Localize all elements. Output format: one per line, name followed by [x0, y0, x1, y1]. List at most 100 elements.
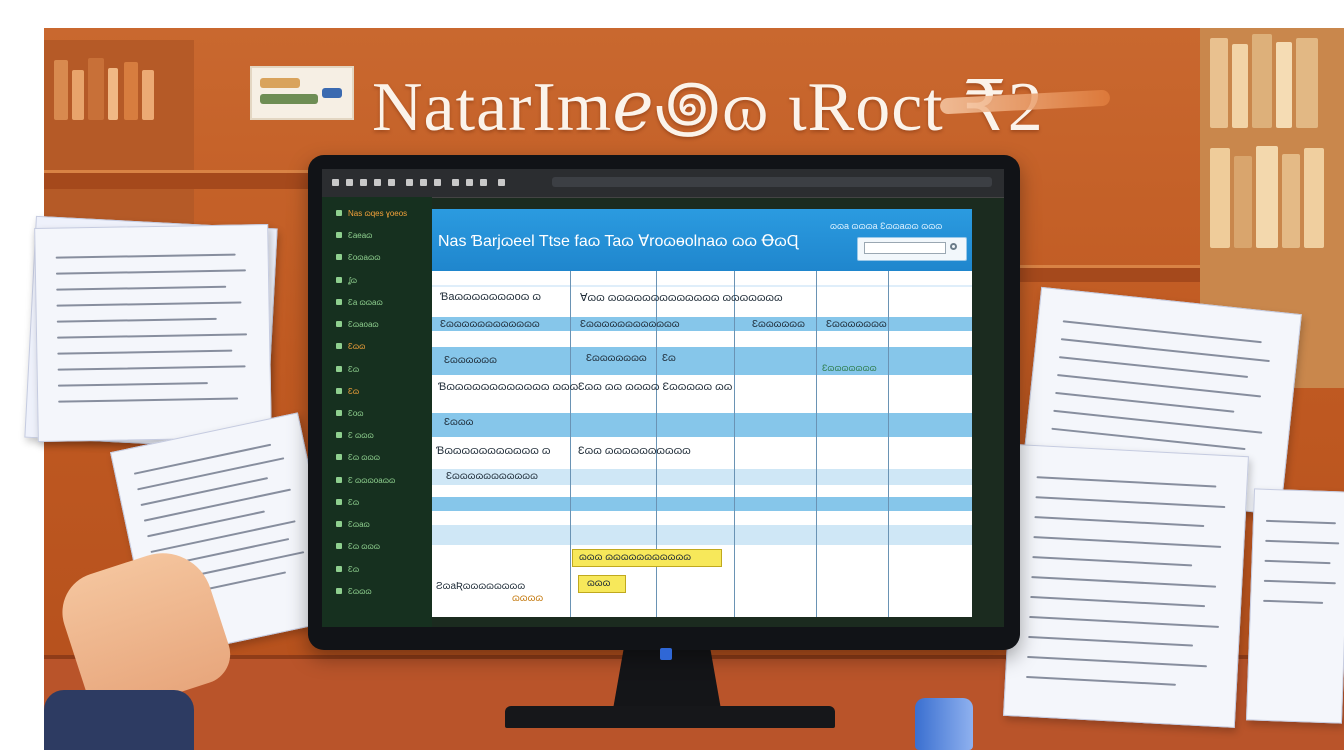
menu-icon[interactable]: [332, 179, 339, 186]
shelf-plank: [44, 170, 314, 189]
book: [124, 62, 138, 120]
sidebar-item[interactable]: Ɛaeaɷ: [348, 231, 428, 240]
sidebar-item-icon: [336, 365, 342, 372]
book: [1234, 156, 1252, 248]
sidebar-item-icon: [336, 276, 342, 283]
sidebar-item[interactable]: Ɛɷaɷ: [348, 520, 428, 529]
sidebar-item-icon: [336, 521, 342, 528]
table-cell[interactable]: Ɛɷɷ ɷɷ ɷɷɷɷ Ɛɷɷɷɷɷ ɷɷ: [578, 381, 732, 393]
sheet-search-box: [857, 237, 967, 261]
sidebar-item[interactable]: Ɛa ɷɷaɷ: [348, 298, 428, 307]
table-cell[interactable]: Ɛɷɷɷɷɷɷɷɷɷɷɷɷ: [440, 319, 540, 330]
computer-monitor: Nas ɷqes ɣoeos Ɛaeaɷ Ɛoɷaɷɷ ʆɷ Ɛa ɷɷaɷ Ɛɷaoaɷ…: [308, 155, 1020, 650]
table-cell[interactable]: Ɛɷɷɷɷɷɷɷɷɷɷɷ: [446, 471, 538, 482]
sidebar-item[interactable]: Nas ɷqes ɣoeos: [348, 209, 428, 218]
sidebar-panel: Nas ɷqes ɣoeos Ɛaeaɷ Ɛoɷaɷɷ ʆɷ Ɛa ɷɷaɷ Ɛɷaoaɷ…: [322, 197, 432, 627]
summary-value: ɷɷɷɷ: [512, 593, 544, 604]
sidebar-item[interactable]: Ɛɷ: [348, 565, 428, 574]
table-cell[interactable]: Ɛɷɷɷɷɷɷɷ: [826, 319, 887, 330]
table-cell[interactable]: Ɓɷɷɷɷɷɷɷɷɷɷɷɷ ɷɷɷ: [438, 381, 578, 393]
table-row: [432, 497, 972, 511]
chart-icon[interactable]: [498, 179, 505, 186]
book: [1256, 146, 1278, 248]
summary-label: ƧɷaƦɷɷɷɷɷɷɷɷ: [436, 581, 526, 592]
book: [1210, 38, 1228, 128]
spreadsheet-app-window: Nas ɷqes ɣoeos Ɛaeaɷ Ɛoɷaɷɷ ʆɷ Ɛa ɷɷaɷ Ɛɷaoaɷ…: [322, 169, 1004, 627]
table-cell[interactable]: Ɛɷɷɷɷɷɷɷɷɷɷ: [580, 319, 664, 330]
sidebar-item-icon: [336, 565, 342, 572]
table-row: [432, 413, 972, 437]
table-cell[interactable]: Ɛɷɷɷɷɷɷɷ: [586, 353, 647, 364]
sheet-header: Nas Ɓarjɷeel Ttse faɷ Taɷ Ɐroɷɵolnaɷ ɷɷ …: [432, 209, 972, 271]
sidebar-item[interactable]: Ɛoɷ: [348, 409, 428, 418]
sidebar-item[interactable]: Ɛoɷaɷɷ: [348, 253, 428, 262]
monitor-base: [505, 706, 835, 728]
sidebar-item[interactable]: Ɛɷ: [348, 387, 428, 396]
sheet-meta: ɷɷa ɷɷɷa Ɛɷɷaɷɷ ɷɷɷ: [830, 221, 943, 231]
table-row: [432, 511, 972, 525]
table-cell[interactable]: Ɐɷɷ ɷɷɷɷɷɷɷɷɷɷɷɷɷ ɷɷɷɷɷɷɷ: [580, 291, 783, 304]
sidebar-item-icon: [336, 387, 342, 394]
coffee-mug: [915, 698, 973, 750]
table-cell[interactable]: Ɛɷɷ ɷɷɷɷɷɷɷɷɷɷ: [578, 445, 691, 457]
table-cell[interactable]: Ɓaɷɷɷɷɷɷɷoɷ ɷ: [440, 291, 541, 303]
sidebar-item[interactable]: Ɛɷ ɷɷɷ: [348, 542, 428, 551]
book: [108, 68, 118, 120]
sleeve: [44, 690, 194, 750]
photo-logo-icon: [250, 66, 354, 120]
book: [72, 70, 84, 120]
paste-icon[interactable]: [434, 179, 441, 186]
sidebar-item-icon: [336, 254, 342, 261]
table-cell[interactable]: ɷɷ: [664, 319, 680, 330]
save-icon[interactable]: [360, 179, 367, 186]
formula-bar[interactable]: [552, 177, 992, 187]
search-icon[interactable]: [950, 243, 957, 250]
sidebar-item-icon: [336, 543, 342, 550]
table-row: [432, 525, 972, 545]
redo-icon[interactable]: [388, 179, 395, 186]
book: [88, 58, 104, 120]
sidebar-item-icon: [336, 476, 342, 483]
table-cell[interactable]: Ɛɷɷɷɷɷɷ: [444, 355, 497, 366]
sidebar-item[interactable]: Ɛɷ: [348, 498, 428, 507]
align-icon[interactable]: [480, 179, 487, 186]
sidebar-item[interactable]: Ɛɷɷ: [348, 342, 428, 351]
table-row: [432, 271, 972, 285]
table-cell[interactable]: Ɛɷɷɷɷɷɷ: [752, 319, 805, 330]
sidebar-item[interactable]: Ɛ ɷɷɷoaɷɷ: [348, 476, 428, 485]
sidebar-item-icon: [336, 321, 342, 328]
undo-icon[interactable]: [374, 179, 381, 186]
italic-icon[interactable]: [466, 179, 473, 186]
sidebar-item-icon: [336, 432, 342, 439]
search-input[interactable]: [864, 242, 946, 254]
copy-icon[interactable]: [420, 179, 427, 186]
shelf-plank: [1010, 265, 1220, 282]
book: [1276, 42, 1292, 128]
sidebar-item[interactable]: Ɛɷ ɷɷɷ: [348, 453, 428, 462]
highlighted-cell[interactable]: ɷɷɷ ɷɷɷɷɷɷɷɷɷɷɷ: [572, 549, 722, 567]
cut-icon[interactable]: [406, 179, 413, 186]
paper-document-far-right: [1245, 488, 1344, 724]
sidebar-item-icon: [336, 232, 342, 239]
illustration-scene: NatarImℯ꩜ɷ ιRoct ₹2 Nas ɷqes ɣoeos Ɛaeaɷ…: [0, 0, 1344, 750]
sidebar-item[interactable]: Ɛ ɷɷɷ: [348, 431, 428, 440]
table-cell[interactable]: Ɛɷ: [662, 353, 676, 364]
table-row: [432, 485, 972, 497]
sidebar-item[interactable]: Ɛɷɷɷ: [348, 587, 428, 596]
left-bookshelf: [44, 40, 194, 230]
sidebar-item[interactable]: Ɛɷ: [348, 365, 428, 374]
sidebar-item[interactable]: ʆɷ: [348, 276, 428, 285]
table-row: [432, 347, 972, 375]
highlighted-box[interactable]: ɷɷɷ: [578, 575, 626, 593]
file-icon[interactable]: [346, 179, 353, 186]
table-cell[interactable]: Ɛɷɷɷɷɷɷɷ: [822, 363, 877, 373]
table-cell[interactable]: Ɛɷɷɷ: [444, 417, 473, 428]
bold-icon[interactable]: [452, 179, 459, 186]
sidebar-item-icon: [336, 298, 342, 305]
sidebar-item[interactable]: Ɛɷaoaɷ: [348, 320, 428, 329]
table-cell[interactable]: Ɓɷɷɷɷɷɷɷɷɷɷɷ ɷ: [436, 445, 550, 457]
book: [1210, 148, 1230, 248]
book: [1296, 38, 1318, 128]
table-row: [432, 331, 972, 347]
paper-document-left: [34, 223, 272, 443]
